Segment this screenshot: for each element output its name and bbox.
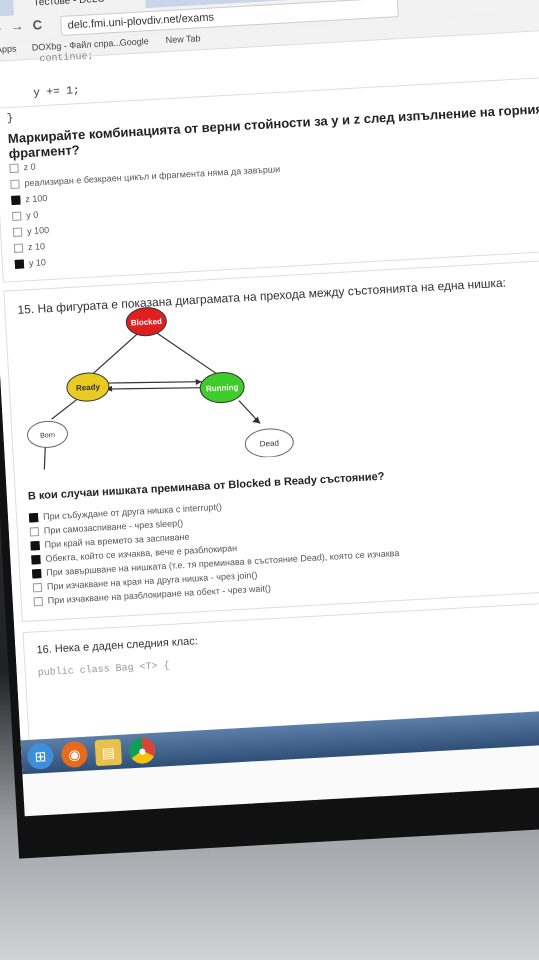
chrome-icon[interactable]: ● bbox=[128, 736, 156, 765]
screen: Тестове - DeLC × ← → C delc.fmi.uni-plov… bbox=[0, 0, 539, 817]
checkbox[interactable] bbox=[12, 227, 23, 238]
state-label-born: Born bbox=[40, 432, 55, 440]
question-14-box: continue; y += 1; } Маркирайте комбинаци… bbox=[0, 29, 539, 283]
state-blocked: Blocked bbox=[125, 307, 167, 337]
state-dead: Dead bbox=[244, 428, 294, 458]
state-label-blocked: Blocked bbox=[131, 317, 163, 328]
page-content: continue; y += 1; } Маркирайте комбинаци… bbox=[0, 29, 539, 744]
option-q14-1[interactable]: z 0 bbox=[9, 162, 36, 174]
option-q14-7[interactable]: y 10 bbox=[14, 257, 47, 270]
checkbox[interactable] bbox=[32, 569, 42, 579]
state-label-running: Running bbox=[206, 383, 239, 394]
question-15-prompt: В кои случаи нишката преминава от Blocke… bbox=[27, 470, 385, 503]
reload-icon[interactable]: C bbox=[32, 17, 42, 33]
checkbox[interactable] bbox=[31, 555, 41, 565]
state-running: Running bbox=[199, 372, 245, 404]
file-explorer-icon[interactable]: ▤ bbox=[94, 738, 123, 767]
option-q14-5[interactable]: y 100 bbox=[12, 225, 50, 238]
state-ready: Ready bbox=[66, 372, 110, 402]
monitor-bezel: Тестове - DeLC × ← → C delc.fmi.uni-plov… bbox=[0, 0, 539, 859]
tab-close-icon[interactable]: × bbox=[133, 0, 140, 9]
code-brace: } bbox=[6, 112, 14, 126]
checkbox[interactable] bbox=[14, 259, 25, 270]
code-line: y += 1; bbox=[33, 85, 80, 100]
firefox-icon[interactable]: ◉ bbox=[60, 740, 89, 769]
code-continue: continue; bbox=[39, 51, 94, 66]
question-14-prompt: Маркирайте комбинацията от верни стойнос… bbox=[7, 101, 539, 162]
state-label-dead: Dead bbox=[260, 438, 280, 448]
state-born: Born bbox=[27, 420, 68, 448]
question-16-title: 16. Нека е даден следния клас: bbox=[36, 635, 199, 657]
windows-start-icon[interactable]: ⊞ bbox=[26, 742, 55, 770]
bookmark-apps[interactable]: Apps bbox=[0, 44, 17, 55]
bookmark-google[interactable]: Google bbox=[119, 36, 149, 48]
option-q14-3[interactable]: z 100 bbox=[11, 193, 48, 206]
option-q15-1[interactable]: При събуждане от друга нишка с interrupt… bbox=[28, 502, 222, 523]
option-q14-6[interactable]: z 10 bbox=[13, 241, 46, 254]
checkbox[interactable] bbox=[33, 597, 44, 607]
checkbox[interactable] bbox=[11, 195, 21, 206]
option-q14-4[interactable]: y 0 bbox=[12, 210, 39, 222]
checkbox[interactable] bbox=[9, 163, 19, 174]
checkbox[interactable] bbox=[29, 527, 40, 537]
checkbox[interactable] bbox=[32, 583, 43, 593]
question-15-box: 15. На фигурата е показана диаграмата на… bbox=[3, 259, 539, 623]
back-arrow-icon[interactable]: ← bbox=[0, 19, 4, 35]
checkbox[interactable] bbox=[10, 179, 20, 190]
option-q14-2[interactable]: реализиран е безкраен цикъл и фрагмента … bbox=[10, 164, 280, 190]
checkbox[interactable] bbox=[13, 243, 24, 254]
code-class-declaration: public class Bag <T> { bbox=[37, 660, 170, 680]
checkbox[interactable] bbox=[12, 211, 22, 222]
forward-arrow-icon[interactable]: → bbox=[10, 18, 24, 34]
checkbox[interactable] bbox=[28, 513, 39, 523]
checkbox[interactable] bbox=[30, 541, 40, 551]
tab-title: Тестове - DeLC bbox=[33, 0, 105, 9]
bookmark-doxbg[interactable]: DOXbg - Файл спра... bbox=[32, 38, 121, 53]
state-label-ready: Ready bbox=[76, 382, 101, 392]
bookmark-new-tab[interactable]: New Tab bbox=[165, 33, 200, 45]
thread-state-diagram: Blocked Ready Running Born Dead bbox=[27, 307, 294, 472]
